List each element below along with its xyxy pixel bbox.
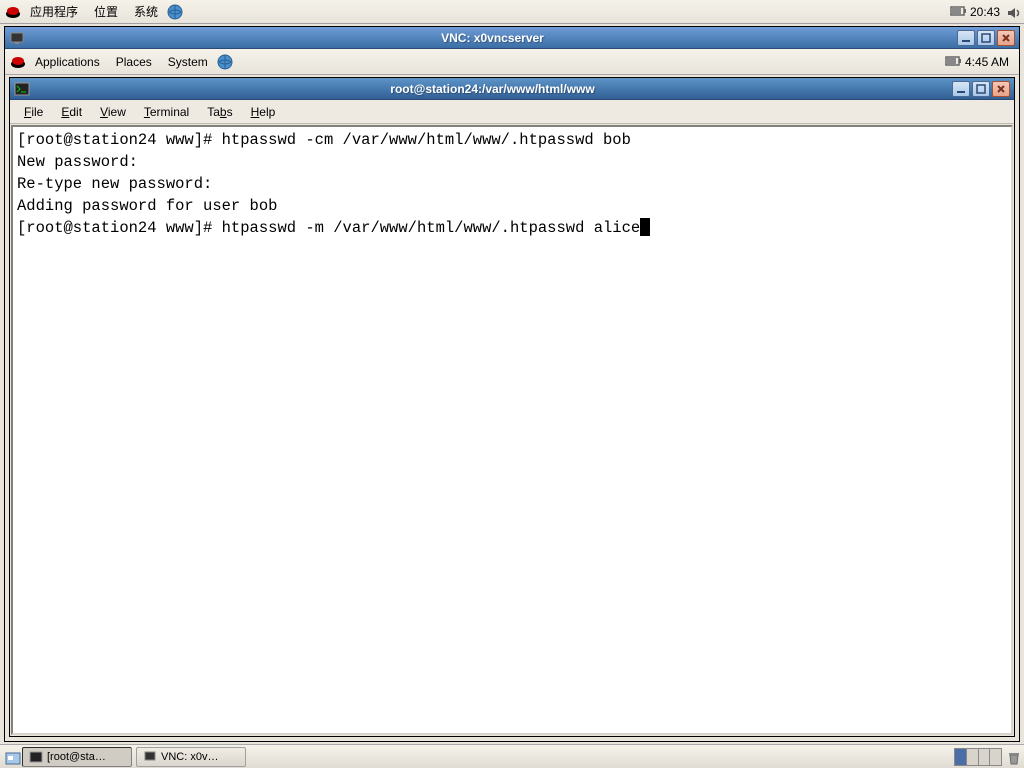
redhat-icon[interactable] <box>4 3 22 21</box>
inner-clock[interactable]: 4:45 AM <box>965 55 1009 69</box>
workspace-2[interactable] <box>967 749 979 765</box>
workspace-switcher[interactable] <box>954 748 1002 766</box>
vnc-title-icon <box>9 30 25 46</box>
taskbar-label: VNC: x0v… <box>161 751 218 763</box>
inner-top-panel: Applications Places System 4:45 AM <box>5 49 1019 75</box>
trash-icon[interactable] <box>1006 750 1020 764</box>
volume-icon[interactable] <box>1006 5 1020 19</box>
outer-clock[interactable]: 20:43 <box>970 5 1000 19</box>
terminal-title-icon <box>14 81 30 97</box>
inner-battery-icon[interactable] <box>945 55 959 69</box>
vnc-close-button[interactable] <box>997 30 1015 46</box>
outer-menu-system[interactable]: 系统 <box>126 1 166 22</box>
terminal-maximize-button[interactable] <box>972 81 990 97</box>
terminal-line: [root@station24 www]# htpasswd -m /var/w… <box>17 219 640 237</box>
taskbar-button-vnc[interactable]: VNC: x0v… <box>136 747 246 767</box>
outer-bottom-panel: [root@sta… VNC: x0v… <box>0 744 1024 768</box>
vnc-title-text: VNC: x0vncserver <box>28 31 957 45</box>
show-desktop-icon[interactable] <box>4 750 18 764</box>
battery-icon[interactable] <box>950 5 964 19</box>
vnc-window: VNC: x0vncserver Applications Places Sys… <box>4 26 1020 742</box>
terminal-line: [root@station24 www]# htpasswd -cm /var/… <box>17 131 631 149</box>
taskbar-vnc-icon <box>143 750 157 764</box>
taskbar-terminal-icon <box>29 750 43 764</box>
inner-globe-icon[interactable] <box>216 53 234 71</box>
terminal-window: root@station24:/var/www/html/www File Ed… <box>9 77 1015 737</box>
menu-view[interactable]: View <box>92 103 134 121</box>
terminal-title-text: root@station24:/var/www/html/www <box>33 82 952 96</box>
menu-tabs[interactable]: Tabs <box>199 103 240 121</box>
menu-edit[interactable]: Edit <box>53 103 90 121</box>
terminal-line: Adding password for user bob <box>17 197 277 215</box>
inner-menu-system[interactable]: System <box>160 53 216 71</box>
taskbar-button-terminal[interactable]: [root@sta… <box>22 747 132 767</box>
vnc-maximize-button[interactable] <box>977 30 995 46</box>
inner-menu-places[interactable]: Places <box>108 53 160 71</box>
workspace-4[interactable] <box>990 749 1001 765</box>
vnc-minimize-button[interactable] <box>957 30 975 46</box>
workspace-1[interactable] <box>955 749 967 765</box>
menu-file[interactable]: File <box>16 103 51 121</box>
cursor-icon <box>640 218 650 236</box>
inner-menu-applications[interactable]: Applications <box>27 53 108 71</box>
menu-help[interactable]: Help <box>243 103 284 121</box>
terminal-body[interactable]: [root@station24 www]# htpasswd -cm /var/… <box>11 125 1013 735</box>
terminal-minimize-button[interactable] <box>952 81 970 97</box>
outer-top-panel: 应用程序 位置 系统 20:43 <box>0 0 1024 24</box>
terminal-line: New password: <box>17 153 147 171</box>
vnc-titlebar[interactable]: VNC: x0vncserver <box>5 27 1019 49</box>
inner-redhat-icon[interactable] <box>9 53 27 71</box>
menu-terminal[interactable]: Terminal <box>136 103 197 121</box>
globe-icon[interactable] <box>166 3 184 21</box>
terminal-menubar: File Edit View Terminal Tabs Help <box>10 100 1014 124</box>
workspace-3[interactable] <box>979 749 991 765</box>
outer-menu-places[interactable]: 位置 <box>86 1 126 22</box>
outer-menu-applications[interactable]: 应用程序 <box>22 1 86 22</box>
terminal-line: Re-type new password: <box>17 175 222 193</box>
taskbar-label: [root@sta… <box>47 751 106 763</box>
terminal-titlebar[interactable]: root@station24:/var/www/html/www <box>10 78 1014 100</box>
terminal-close-button[interactable] <box>992 81 1010 97</box>
